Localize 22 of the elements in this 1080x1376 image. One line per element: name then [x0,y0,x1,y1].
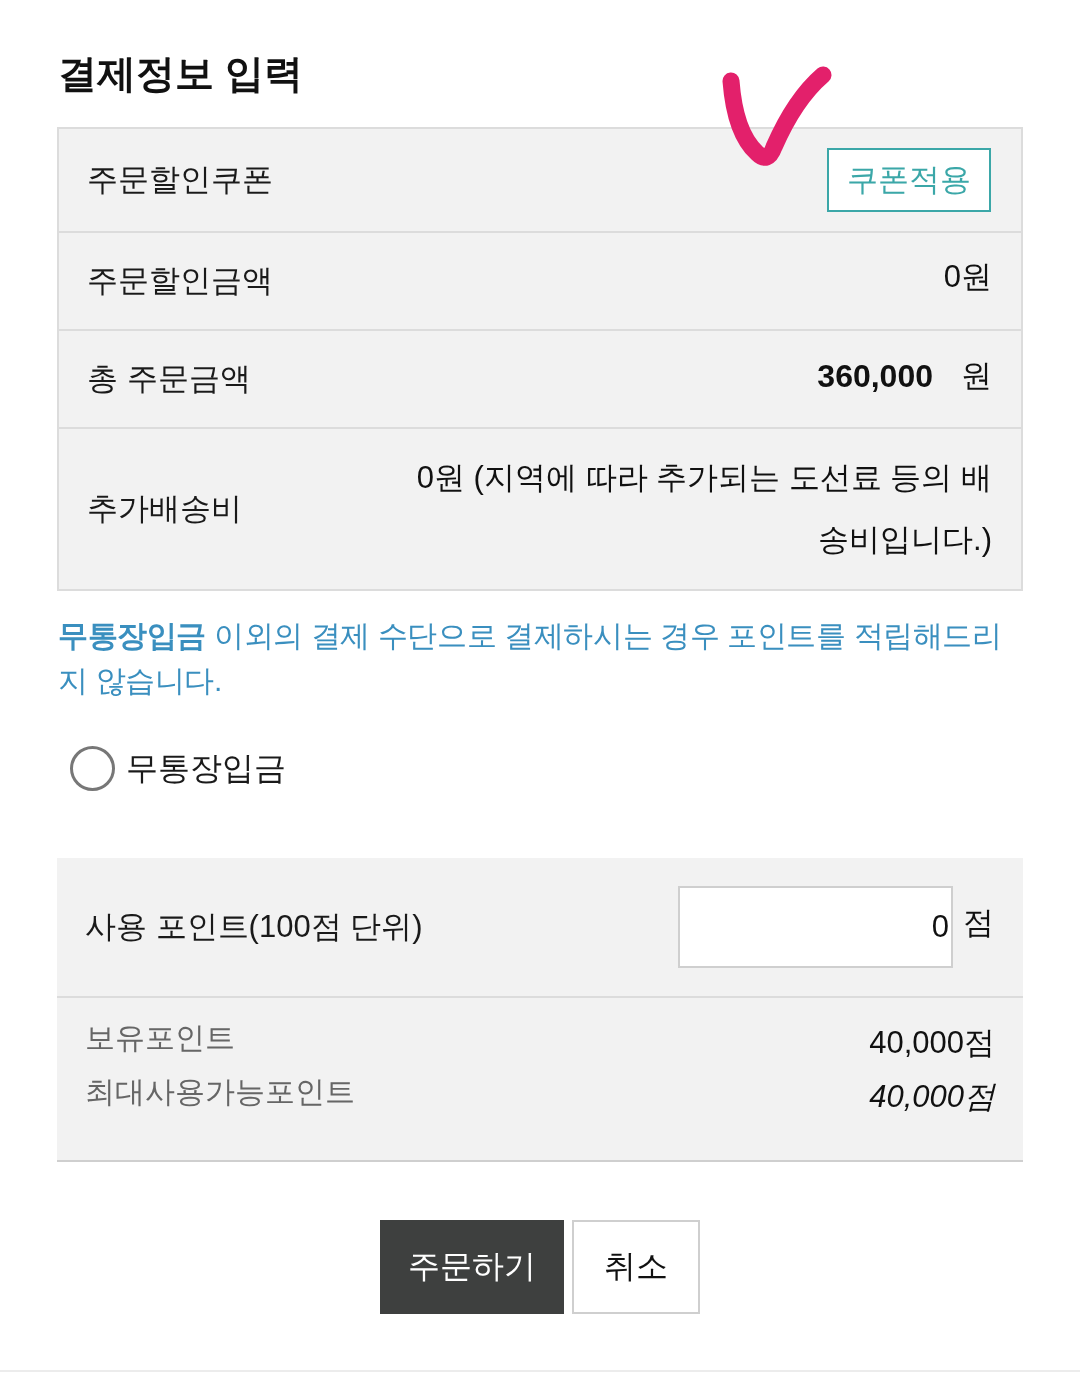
total-amount: 360,000 [817,357,933,396]
balance-value: 40,000점 [869,1023,995,1062]
row-label: 주문할인쿠폰 [87,161,273,199]
balance-label: 최대사용가능포인트 [85,1073,355,1110]
row-label: 추가배송비 [87,490,242,528]
payment-option-radio[interactable]: 무통장입금 [70,743,286,793]
row-value: 0원 [943,258,992,296]
points-input-field[interactable]: 0 [678,885,953,968]
shipping-fee-note: 0원 (지역에 따라 추가되는 도선료 등의 배송비입니다.) [415,459,992,559]
payment-notice: 무통장입금 이외의 결제 수단으로 결제하시는 경우 포인트를 적립해드리지 않습니다. [58,618,1003,699]
cancel-button[interactable]: 취소 [572,1219,700,1314]
points-label: 사용 포인트(100점 단위) [85,907,423,946]
row-label: 주문할인금액 [87,262,273,300]
order-button[interactable]: 주문하기 [380,1219,564,1314]
page-title: 결제정보 입력 [58,51,303,97]
radio-icon[interactable] [70,745,115,791]
currency-unit: 원 [961,357,992,395]
points-unit: 점 [963,903,994,942]
balance-value: 40,000점 [869,1077,995,1116]
handwritten-check-icon [722,66,833,169]
balance-label: 보유포인트 [85,1019,235,1056]
row-label: 총 주문금액 [87,360,251,398]
